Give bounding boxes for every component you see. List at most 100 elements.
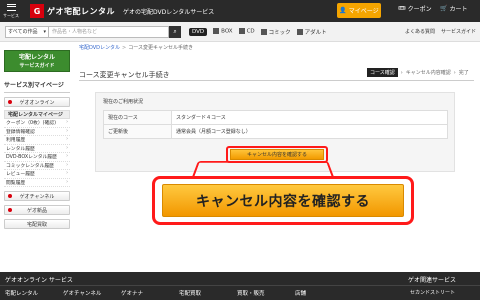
sidebar-item-usage[interactable]: 利用履歴 › xyxy=(4,136,70,145)
chevron-right-icon: › xyxy=(66,145,68,151)
search-button[interactable]: ⌕ xyxy=(169,25,181,38)
menu-icon xyxy=(6,3,16,11)
bullet-icon xyxy=(8,208,12,212)
footer-link-rental[interactable]: 宅配レンタル xyxy=(5,289,63,297)
sidebar-geo-channel[interactable]: ゲオチャンネル xyxy=(4,191,70,201)
chevron-right-icon: › xyxy=(66,179,68,185)
cart-icon: 🛒 xyxy=(440,5,448,12)
sidebar-item-coupon[interactable]: クーポン（0枚）(確認) › xyxy=(4,119,70,128)
footer-second-street[interactable]: セカンドストリート xyxy=(410,289,455,296)
category-nav: DVD BOX CD コミック アダルト xyxy=(189,27,327,36)
confirm-cancel-button[interactable]: キャンセル内容を確認する xyxy=(230,149,324,160)
table-value: スタンダード４コース xyxy=(171,110,448,125)
confirm-cancel-button-zoomed[interactable]: キャンセル内容を確認する xyxy=(162,184,404,217)
coupon-label: クーポン xyxy=(407,6,432,13)
adult-icon xyxy=(296,29,303,35)
tagline: ゲオの宅配DVDレンタルサービス xyxy=(123,8,215,16)
footer-links: 宅配レンタル ゲオチャンネル ゲオナナ 宅配買取 買取・販売 店舗 xyxy=(5,289,353,297)
search-bar: すべての作品 ▾ 作品名・人物名など ⌕ DVD BOX CD コミック アダル… xyxy=(0,22,480,42)
cart-label: カート xyxy=(449,6,468,13)
sidebar-geo-online[interactable]: ゲオオンライン xyxy=(4,97,70,107)
chevron-right-icon: › xyxy=(66,128,68,134)
progress-steps: コース確認 › キャンセル内容確認 › 完了 xyxy=(367,68,469,77)
step-arrow-icon: › xyxy=(400,69,403,76)
site-logo[interactable]: G ゲオ宅配レンタル xyxy=(30,4,115,18)
cat-comic[interactable]: コミック xyxy=(260,28,291,36)
breadcrumb-current: コース変更キャンセル手続き xyxy=(128,45,194,51)
sidebar-item-comic-history[interactable]: コミックレンタル履歴 › xyxy=(4,162,70,170)
sidebar-item-registration[interactable]: 登録情報確認 › xyxy=(4,128,70,136)
table-row: 現在のコース スタンダード４コース xyxy=(103,110,448,125)
status-panel-heading: 現在のご利用状況 xyxy=(103,99,144,105)
cat-box[interactable]: BOX xyxy=(213,28,233,35)
footer-link-nana[interactable]: ゲオナナ xyxy=(121,289,179,297)
sidebar-item-box-history[interactable]: DVD-BOXレンタル履歴 › xyxy=(4,153,70,162)
footer-link-store[interactable]: 店舗 xyxy=(295,289,353,297)
table-key: ご更新後 xyxy=(103,124,172,139)
sidebar-item-review-history[interactable]: レビュー履歴 › xyxy=(4,170,70,179)
chevron-right-icon: › xyxy=(66,120,68,126)
help-links: よくある質問 サービスガイド xyxy=(405,28,476,35)
search-icon: ⌕ xyxy=(173,27,177,35)
comic-icon xyxy=(260,29,267,35)
sidebar-item-view-history[interactable]: 閲覧履歴 › xyxy=(4,179,70,187)
chevron-right-icon: › xyxy=(66,171,68,177)
category-select[interactable]: すべての作品 ▾ xyxy=(5,25,49,38)
table-row: ご更新後 通常会員（月額コース登録なし） xyxy=(103,124,448,139)
step-course-confirm: コース確認 xyxy=(367,68,398,77)
footer-link-kaitori[interactable]: 宅配買取 xyxy=(179,289,237,297)
step-arrow-icon: › xyxy=(453,69,456,76)
footer-title: ゲオオンライン サービス xyxy=(5,277,73,284)
chevron-right-icon: › xyxy=(66,137,68,143)
sidebar: 宅配レンタル サービスガイド サービス別マイページ ゲオオンライン 宅配レンタル… xyxy=(4,50,70,229)
faq-link[interactable]: よくある質問 xyxy=(405,28,435,35)
table-value: 通常会員（月額コース登録なし） xyxy=(171,124,448,139)
cd-icon xyxy=(238,28,245,35)
search-input[interactable]: 作品名・人物名など xyxy=(49,25,169,38)
sidebar-title: サービス別マイページ xyxy=(4,80,70,93)
mypage-label: マイページ xyxy=(348,8,379,15)
sidebar-takuhai-kaitori-label: 宅配買取 xyxy=(26,221,47,228)
page-title: コース変更キャンセル手続き xyxy=(79,71,170,79)
status-table: 現在のコース スタンダード４コース ご更新後 通常会員（月額コース登録なし） xyxy=(103,110,448,139)
title-divider xyxy=(79,80,474,81)
box-icon xyxy=(213,28,220,35)
sidebar-geo-online-label: ゲオオンライン xyxy=(19,99,55,106)
footer-right-title: ゲオ関連サービス xyxy=(408,277,457,284)
sidebar-geo-mobile-label: ゲオ新品 xyxy=(26,207,47,214)
table-key: 現在のコース xyxy=(103,110,172,125)
breadcrumb-separator: > xyxy=(122,45,127,51)
service-menu-button[interactable]: サービス xyxy=(0,0,22,22)
service-guide-link[interactable]: サービスガイド xyxy=(441,28,476,35)
user-icon: 👤 xyxy=(339,7,347,14)
sidebar-item-rental-history[interactable]: レンタル履歴 › xyxy=(4,145,70,153)
chevron-right-icon: › xyxy=(66,154,68,160)
sidebar-geo-mobile[interactable]: ゲオ新品 xyxy=(4,205,70,215)
sidebar-takuhai-kaitori[interactable]: 宅配買取 xyxy=(4,219,70,229)
footer-link-buy-sell[interactable]: 買取・販売 xyxy=(237,289,295,297)
chevron-right-icon: › xyxy=(66,162,68,168)
breadcrumb-home[interactable]: 宅配DVDレンタル xyxy=(79,45,120,51)
banner-line2: サービスガイド xyxy=(19,63,55,69)
service-guide-banner[interactable]: 宅配レンタル サービスガイド xyxy=(4,50,70,72)
sidebar-rental-heading: 宅配レンタルマイページ xyxy=(4,110,70,119)
cat-cd[interactable]: CD xyxy=(238,28,255,35)
cart-link[interactable]: 🛒 カート xyxy=(440,4,468,13)
cat-adult[interactable]: アダルト xyxy=(296,28,327,36)
coupon-link[interactable]: 🎟 クーポン xyxy=(398,4,432,13)
footer-divider xyxy=(0,285,480,286)
category-value: すべての作品 xyxy=(8,29,38,35)
footer: ゲオオンライン サービス ゲオ関連サービス 宅配レンタル ゲオチャンネル ゲオナ… xyxy=(0,272,480,300)
step-complete: 完了 xyxy=(458,70,469,76)
footer-link-channel[interactable]: ゲオチャンネル xyxy=(63,289,121,297)
highlight-frame-large: キャンセル内容を確認する xyxy=(152,176,414,225)
coupon-icon: 🎟 xyxy=(398,5,406,12)
top-header: サービス G ゲオ宅配レンタル ゲオの宅配DVDレンタルサービス 👤 マイページ… xyxy=(0,0,480,22)
step-cancel-confirm: キャンセル内容確認 xyxy=(405,70,451,76)
cat-dvd[interactable]: DVD xyxy=(189,27,208,36)
logo-text: ゲオ宅配レンタル xyxy=(47,6,115,16)
chevron-down-icon: ▾ xyxy=(43,28,46,35)
breadcrumb: 宅配DVDレンタル > コース変更キャンセル手続き xyxy=(79,44,193,51)
mypage-button[interactable]: 👤 マイページ xyxy=(337,3,381,18)
sidebar-geo-channel-label: ゲオチャンネル xyxy=(19,193,55,200)
